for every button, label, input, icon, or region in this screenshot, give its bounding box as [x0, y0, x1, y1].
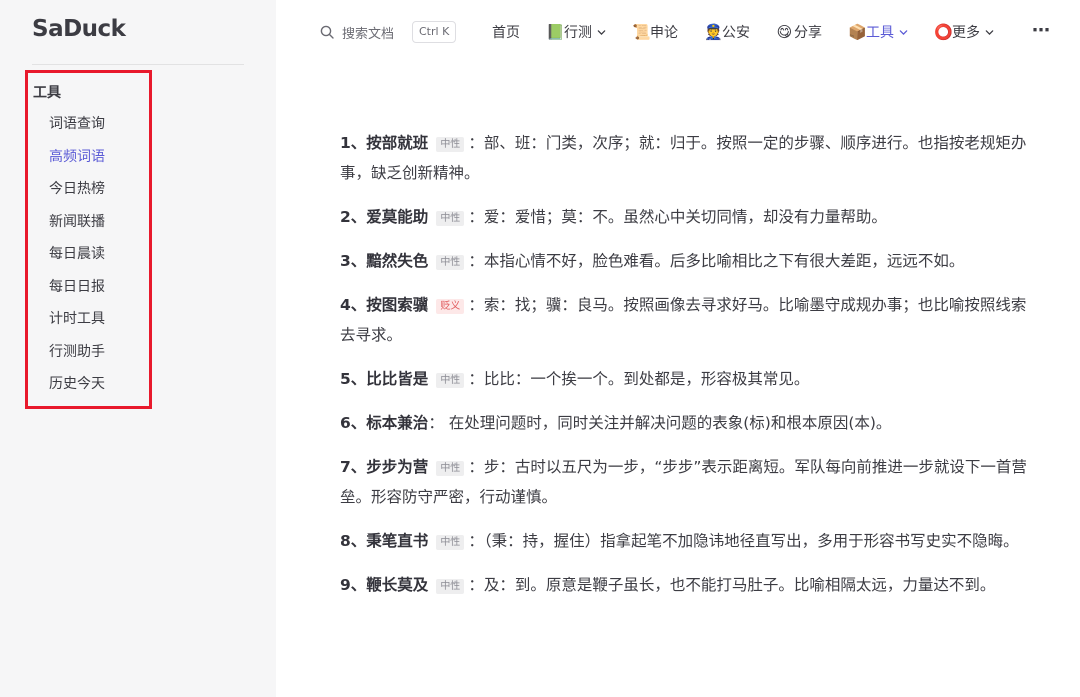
- entry-word: 标本兼治: [366, 414, 429, 432]
- sentiment-badge: 中性: [436, 211, 465, 226]
- entry-index: 2、: [340, 208, 367, 226]
- sentiment-badge: 中性: [436, 373, 465, 388]
- nav-item-label: 更多: [952, 25, 980, 41]
- entry-word: 步步为营: [366, 458, 429, 476]
- top-navbar: 搜索文档 Ctrl K 首页 📗 行测 📜 申论 👮 公安 😋 分享 📦 工具 ⭕ 更多 ⋯: [276, 0, 1080, 64]
- sidebar-item[interactable]: 新闻联播: [49, 206, 105, 239]
- scroll-icon: 📜: [632, 22, 651, 41]
- entry-word: 秉笔直书: [366, 532, 429, 550]
- package-icon: 📦: [848, 22, 867, 41]
- sentiment-badge: 中性: [436, 137, 465, 152]
- word-entry: 7、步步为营 中性 ：步：古时以五尺为一步，“步步”表示距离短。军队每向前推进一步就…: [340, 452, 1030, 512]
- nav-item[interactable]: 📗 行测: [546, 22, 606, 42]
- entry-word: 黯然失色: [366, 252, 429, 270]
- chevron-down-icon: [899, 29, 908, 35]
- sidebar-item[interactable]: 历史今天: [49, 368, 105, 401]
- nav-item[interactable]: 😋 分享: [776, 22, 822, 42]
- sidebar: SaDuck 工具 词语查询 高频词语 今日热榜 新闻联播 每日晨读 每日日报 计时工具 行测…: [0, 0, 276, 697]
- sentiment-badge: 中性: [436, 535, 465, 550]
- nav-item[interactable]: 📜 申论: [632, 22, 678, 42]
- entry-index: 7、: [340, 458, 367, 476]
- word-entry: 9、鞭长莫及 中性 ：及：到。原意是鞭子虽长，也不能打马肚子。比喻相隔太远，力量达不…: [340, 570, 1030, 600]
- entry-index: 6、: [340, 414, 367, 432]
- entry-index: 1、: [340, 134, 367, 152]
- more-options-icon[interactable]: ⋯: [1032, 20, 1051, 41]
- nav-item-label: 工具: [866, 25, 894, 41]
- green-book-icon: 📗: [546, 22, 565, 41]
- search-icon: [320, 25, 334, 39]
- entry-word: 按部就班: [366, 134, 429, 152]
- word-entry: 4、按图索骥 贬义 ：索：找；骥：良马。按照画像去寻求好马。比喻墨守成规办事；也比喻…: [340, 290, 1030, 350]
- word-entry: 3、黯然失色 中性 ：本指心情不好，脸色难看。后多比喻相比之下有很大差距，远远不如。: [340, 246, 1030, 276]
- nav-item[interactable]: 📦 工具: [848, 22, 908, 42]
- entry-word: 比比皆是: [366, 370, 429, 388]
- word-entry: 2、爱莫能助 中性 ：爱：爱惜；莫：不。虽然心中关切同情，却没有力量帮助。: [340, 202, 1030, 232]
- sentiment-badge: 中性: [436, 255, 465, 270]
- nav-item-label: 行测: [564, 25, 592, 41]
- sidebar-item[interactable]: 今日热榜: [49, 173, 105, 206]
- nav-item[interactable]: 首页: [492, 22, 520, 42]
- sentiment-badge: 中性: [436, 579, 465, 594]
- sidebar-group-title: 工具: [33, 85, 61, 101]
- word-entry: 6、标本兼治： 在处理问题时，同时关注并解决问题的表象(标)和根本原因(本)。: [340, 408, 1030, 438]
- sidebar-item[interactable]: 词语查询: [49, 108, 105, 141]
- sidebar-divider: [32, 64, 244, 65]
- entry-index: 4、: [340, 296, 367, 314]
- word-entry: 8、秉笔直书 中性 ：（秉：持，握住）指拿起笔不加隐讳地径直写出，多用于形容书写史实…: [340, 526, 1030, 556]
- top-menu: 首页 📗 行测 📜 申论 👮 公安 😋 分享 📦 工具 ⭕ 更多: [492, 0, 1020, 64]
- nav-item-label: 首页: [492, 25, 520, 41]
- ring-icon: ⭕: [934, 22, 953, 41]
- entry-definition: ：爱：爱惜；莫：不。虽然心中关切同情，却没有力量帮助。: [468, 208, 887, 226]
- entry-definition: ： 在处理问题时，同时关注并解决问题的表象(标)和根本原因(本)。: [428, 414, 892, 432]
- chevron-down-icon: [985, 29, 994, 35]
- word-list: 1、按部就班 中性 ：部、班：门类，次序；就：归于。按照一定的步骤、顺序进行。也指按…: [340, 128, 1030, 614]
- nav-item[interactable]: ⭕ 更多: [934, 22, 994, 42]
- word-entry: 1、按部就班 中性 ：部、班：门类，次序；就：归于。按照一定的步骤、顺序进行。也指按…: [340, 128, 1030, 188]
- word-entry: 5、比比皆是 中性 ：比比：一个挨一个。到处都是，形容极其常见。: [340, 364, 1030, 394]
- entry-definition: ：及：到。原意是鞭子虽长，也不能打马肚子。比喻相隔太远，力量达不到。: [468, 576, 996, 594]
- nav-item-label: 申论: [650, 25, 678, 41]
- entry-word: 爱莫能助: [366, 208, 429, 226]
- sidebar-item[interactable]: 行测助手: [49, 336, 105, 369]
- sidebar-item[interactable]: 每日日报: [49, 271, 105, 304]
- search-shortcut-key: Ctrl K: [412, 21, 457, 43]
- chevron-down-icon: [597, 29, 606, 35]
- entry-word: 按图索骥: [366, 296, 429, 314]
- search-placeholder: 搜索文档: [342, 26, 395, 42]
- entry-index: 3、: [340, 252, 367, 270]
- site-logo[interactable]: SaDuck: [32, 16, 126, 42]
- nav-item[interactable]: 👮 公安: [704, 22, 750, 42]
- sidebar-item[interactable]: 高频词语: [49, 141, 105, 174]
- yummy-face-icon: 😋: [776, 22, 793, 41]
- nav-item-label: 公安: [722, 25, 750, 41]
- entry-index: 9、: [340, 576, 367, 594]
- entry-definition: ：本指心情不好，脸色难看。后多比喻相比之下有很大差距，远远不如。: [468, 252, 965, 270]
- search-button[interactable]: 搜索文档: [320, 20, 394, 44]
- entry-index: 5、: [340, 370, 367, 388]
- sentiment-badge: 贬义: [436, 299, 465, 314]
- sentiment-badge: 中性: [436, 461, 465, 476]
- sidebar-item[interactable]: 每日晨读: [49, 238, 105, 271]
- entry-index: 8、: [340, 532, 367, 550]
- entry-definition: ：（秉：持，握住）指拿起笔不加隐讳地径直写出，多用于形容书写史实不隐晦。: [468, 532, 1019, 550]
- nav-item-label: 分享: [794, 25, 822, 41]
- sidebar-item[interactable]: 计时工具: [49, 303, 105, 336]
- sidebar-nav-list: 词语查询 高频词语 今日热榜 新闻联播 每日晨读 每日日报 计时工具 行测助手 历史今天: [49, 108, 105, 401]
- entry-word: 鞭长莫及: [366, 576, 429, 594]
- police-officer-icon: 👮: [704, 22, 723, 41]
- entry-definition: ：比比：一个挨一个。到处都是，形容极其常见。: [468, 370, 810, 388]
